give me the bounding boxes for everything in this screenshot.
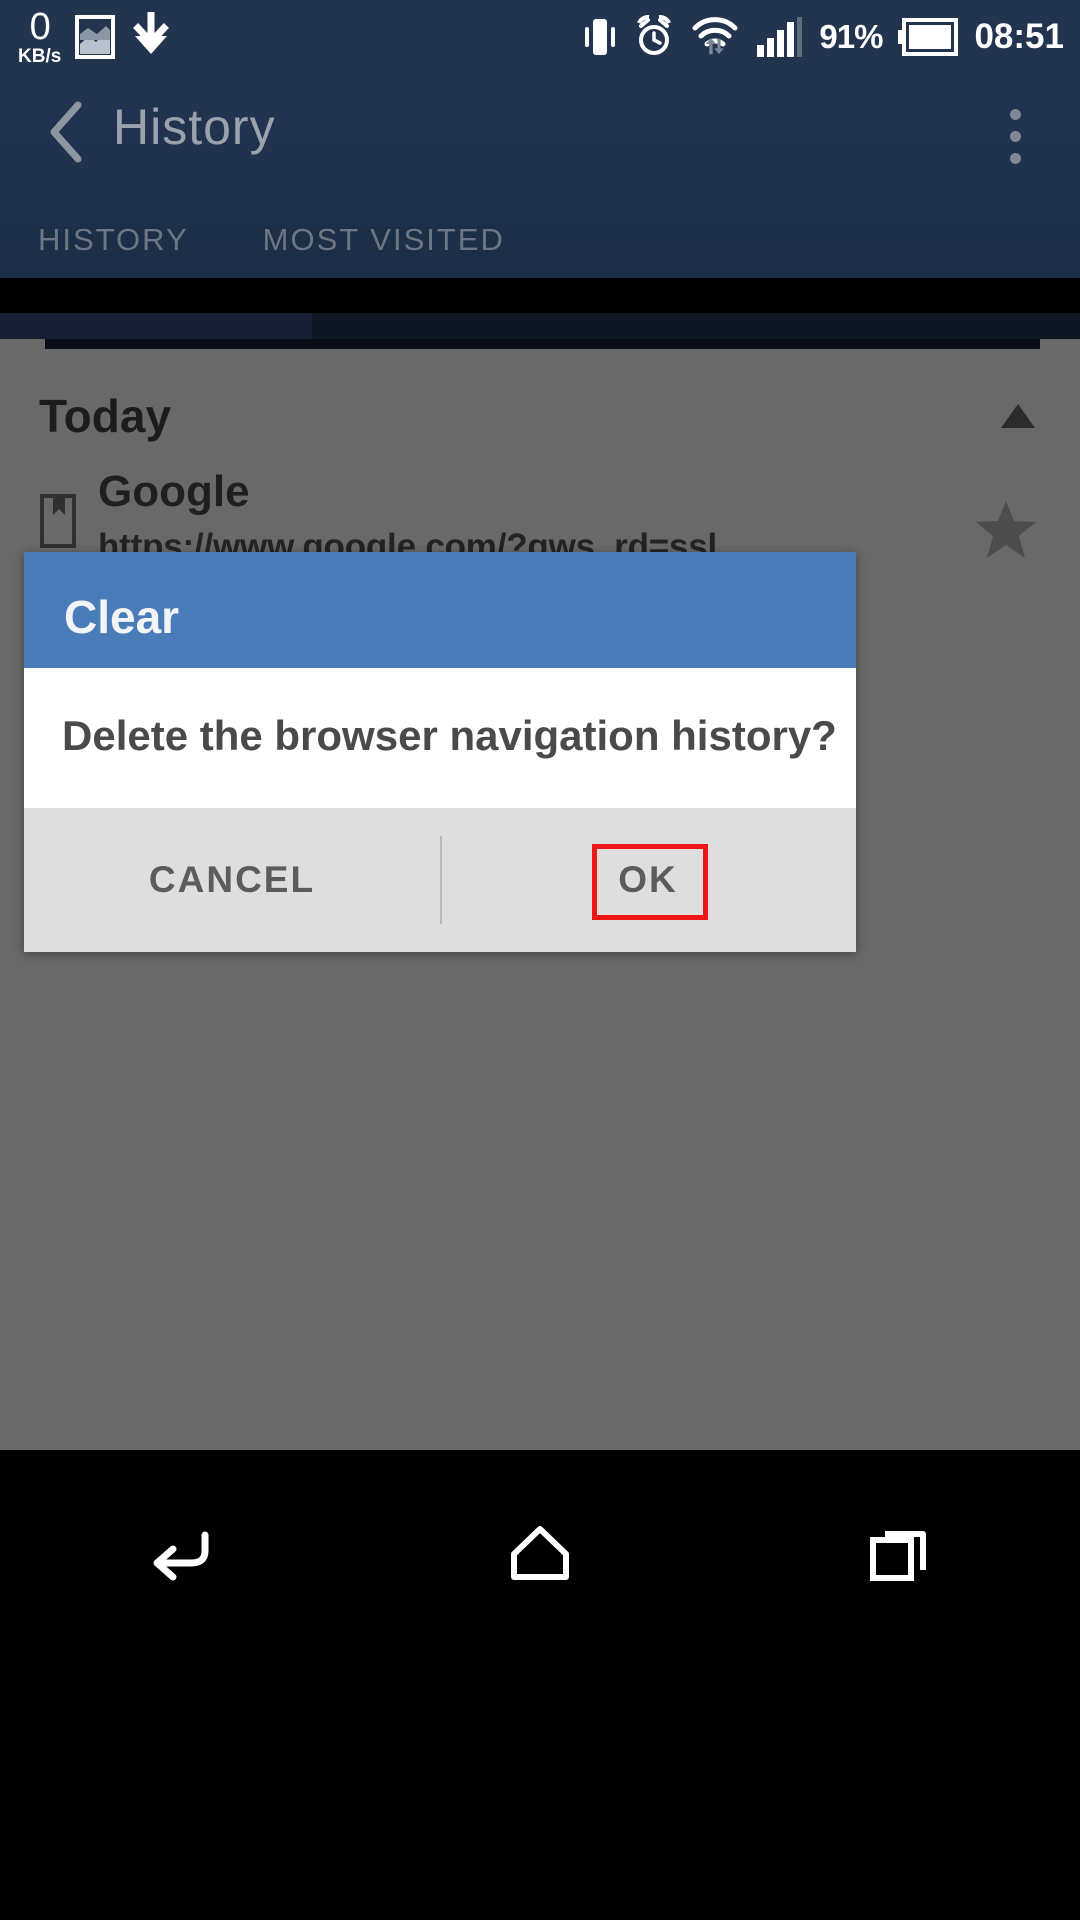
nav-back-button[interactable]: [0, 1500, 360, 1610]
network-speed-value: 0: [29, 6, 51, 48]
nav-icon-row: [0, 1500, 1080, 1610]
battery-icon: [898, 18, 959, 56]
history-item-title: Google: [98, 467, 250, 516]
back-chevron-icon: [46, 101, 90, 168]
content-top-shadow: [45, 339, 1040, 349]
triangle-up-icon[interactable]: [998, 401, 1038, 431]
status-bar-right: 91% 08:51: [583, 14, 1080, 60]
dialog-title: Clear: [64, 591, 180, 643]
dialog-header: Clear: [24, 552, 856, 668]
status-bar: 0 KB/s 91% 08:51: [0, 0, 1080, 74]
dot-2: [1009, 130, 1021, 142]
tab-selected-indicator: [0, 313, 312, 339]
tab-bar: HISTORY MOST VISITED: [0, 200, 1080, 278]
download-icon: [129, 12, 173, 66]
tab-most-visited[interactable]: MOST VISITED: [263, 200, 505, 258]
nav-home-button[interactable]: [360, 1500, 720, 1610]
section-header-label: Today: [39, 390, 172, 442]
network-speed-indicator: 0 KB/s: [18, 8, 61, 66]
wifi-icon: [691, 14, 739, 60]
nav-recents-button[interactable]: [720, 1500, 1080, 1610]
back-button[interactable]: [30, 96, 106, 172]
vibrate-icon: [583, 15, 617, 59]
phone-screen: 0 KB/s 91% 08:51 History HISTORY MOST VI…: [0, 0, 1080, 1920]
system-navigation-bar: [0, 1450, 1080, 1920]
image-icon: [75, 14, 116, 66]
overflow-menu-icon: [1009, 108, 1021, 164]
nav-home-icon: [509, 1524, 571, 1587]
dot-1: [1009, 108, 1021, 120]
nav-recents-icon: [869, 1524, 931, 1587]
signal-icon: [755, 15, 803, 59]
status-bar-left: 0 KB/s: [0, 8, 173, 66]
ok-button[interactable]: OK: [440, 808, 856, 952]
star-filled-icon[interactable]: [974, 499, 1038, 566]
dot-3: [1009, 152, 1021, 164]
alarm-icon: [633, 15, 675, 59]
dialog-button-bar: CANCEL OK: [24, 808, 856, 952]
overflow-menu-button[interactable]: [980, 96, 1050, 176]
battery-percent-label: 91%: [819, 18, 883, 55]
nav-back-icon: [147, 1525, 213, 1586]
page-title: History: [113, 99, 276, 155]
dialog-message: Delete the browser navigation history?: [62, 712, 837, 759]
status-bar-clock: 08:51: [974, 17, 1064, 56]
tab-history[interactable]: HISTORY: [38, 200, 189, 258]
network-speed-unit: KB/s: [18, 46, 62, 67]
clear-history-dialog: Clear Delete the browser navigation hist…: [24, 552, 856, 952]
bookmark-page-icon: [38, 493, 80, 554]
dialog-body: Delete the browser navigation history?: [24, 668, 856, 808]
button-divider: [440, 836, 442, 924]
cancel-button[interactable]: CANCEL: [24, 808, 440, 952]
